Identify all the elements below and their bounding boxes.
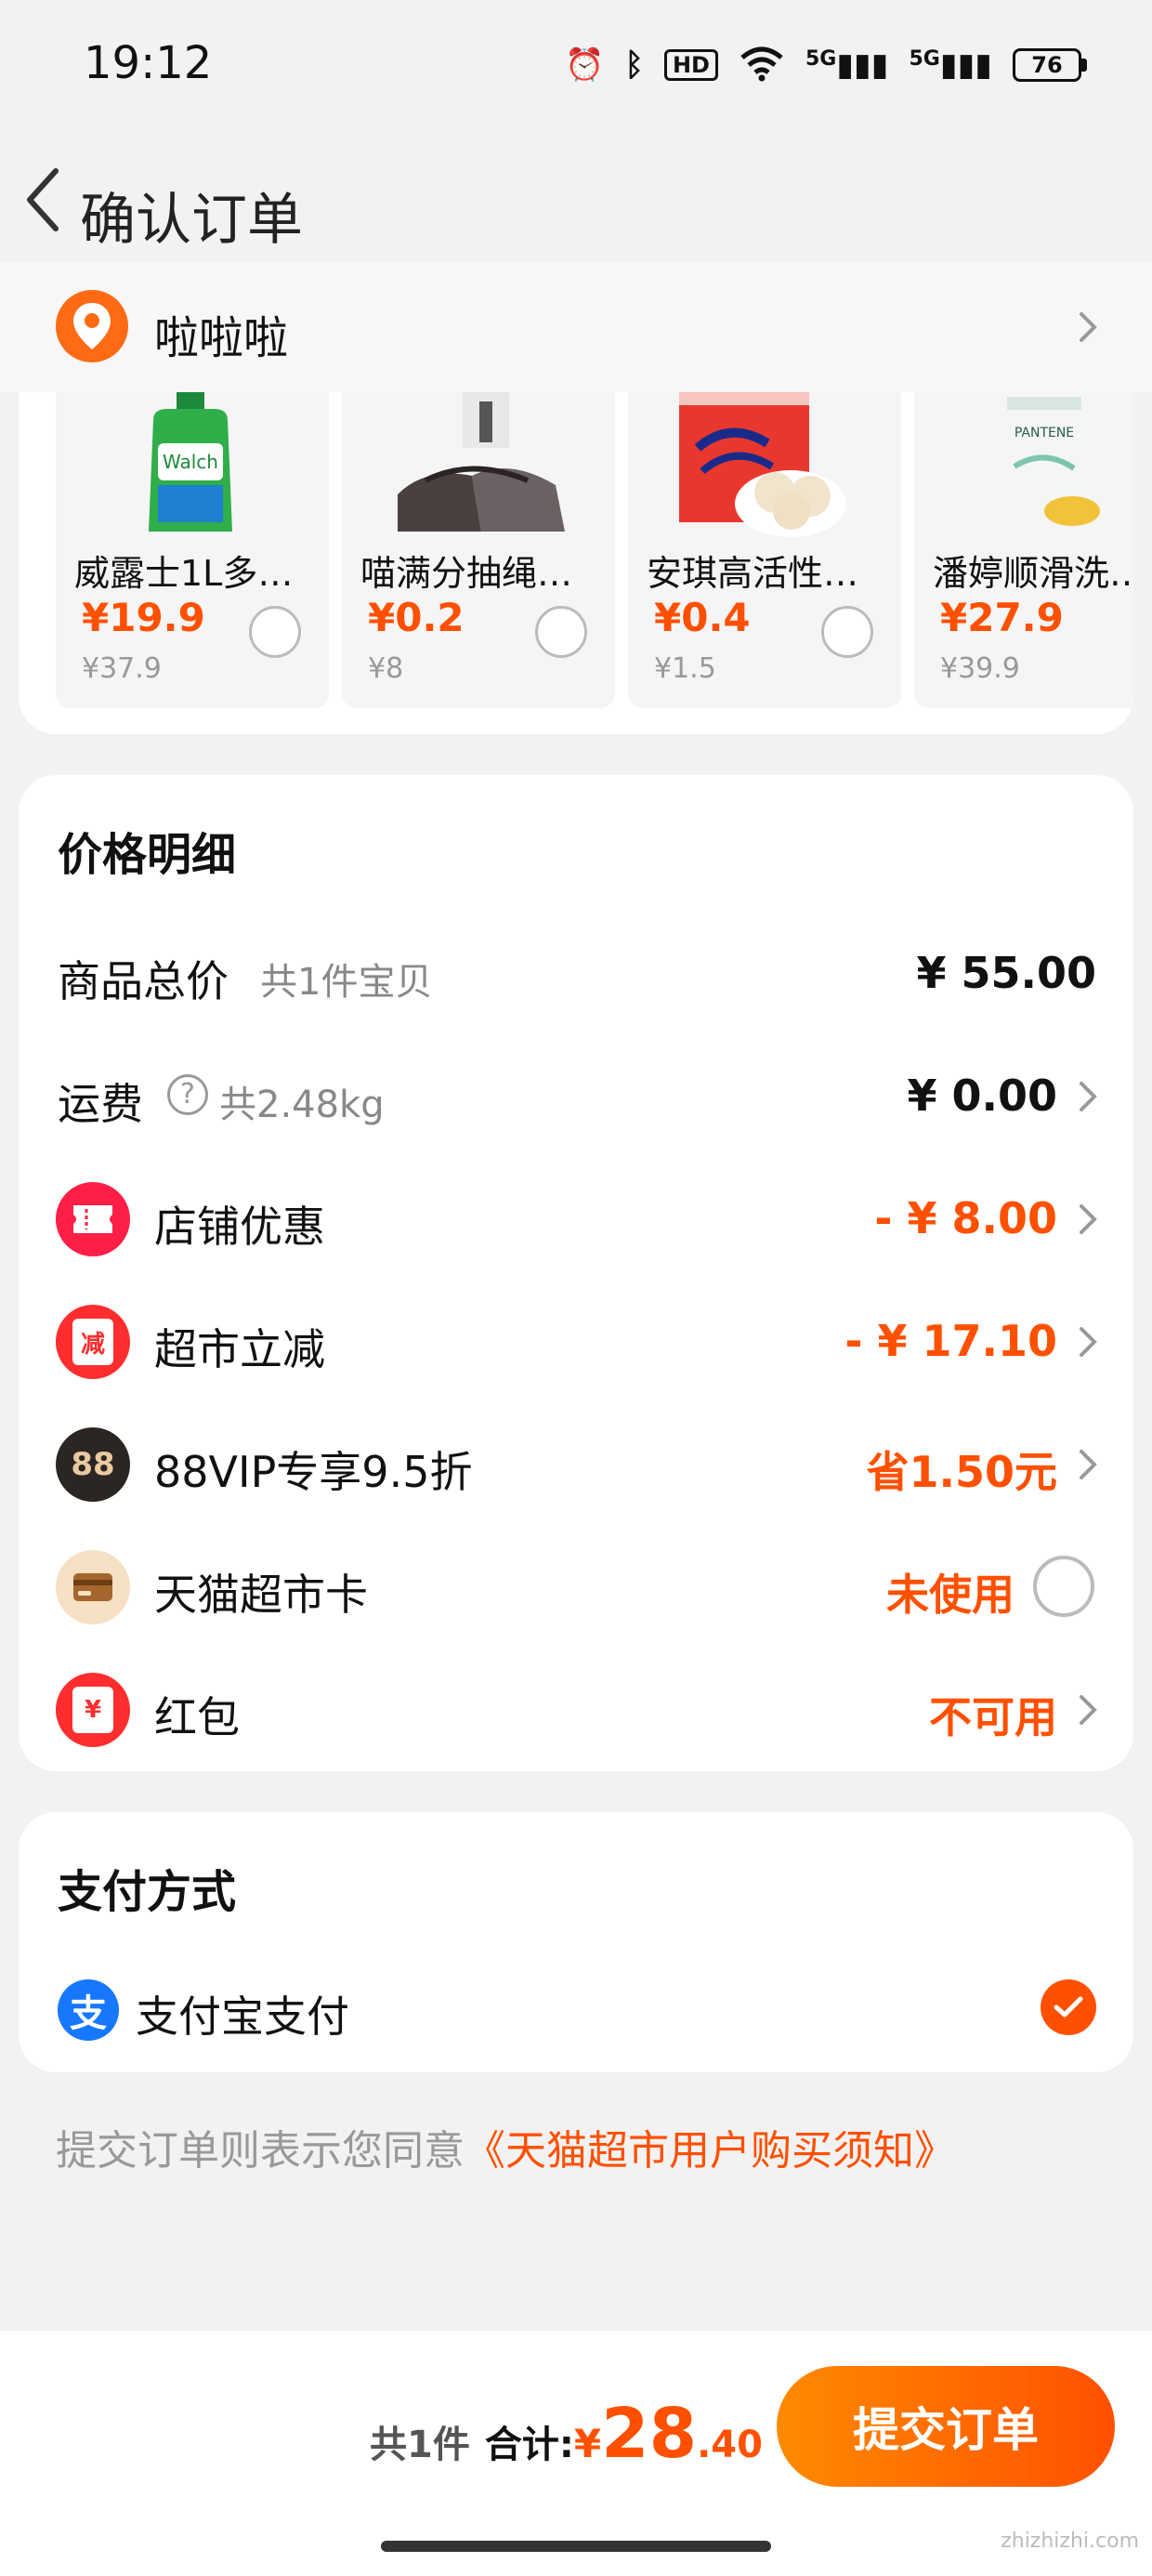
red-packet-label: 红包 <box>154 1692 240 1742</box>
product-card[interactable]: 安琪高活性干酵母 ¥0.4 ¥1.5 <box>628 392 901 708</box>
shop-discount-value: - ¥ 8.00 <box>874 1193 1057 1243</box>
chevron-right-icon[interactable] <box>1074 1446 1102 1483</box>
products-card: Walch 威露士1L多用途消毒液 ¥19.9 ¥37.9 喵满分抽绳垃圾袋 ¥… <box>19 392 1133 734</box>
vip-value: 省1.50元 <box>866 1447 1058 1497</box>
tmall-card-radio[interactable] <box>1033 1556 1094 1617</box>
location-pin-icon <box>56 290 128 362</box>
vip-label: 88VIP专享9.5折 <box>154 1447 473 1497</box>
product-price: ¥0.4 <box>654 595 751 640</box>
order-total: 共1件 合计: ¥ 28 .40 <box>370 2399 763 2468</box>
nav-bar: 确认订单 <box>0 139 1152 260</box>
product-name: 喵满分抽绳垃圾袋 <box>360 553 606 594</box>
product-price: ¥27.9 <box>940 595 1064 640</box>
product-name: 威露士1L多用途消毒液 <box>74 553 320 594</box>
home-indicator[interactable] <box>381 2541 771 2552</box>
product-card[interactable]: PANTENE 潘婷顺滑洗发水 ¥27.9 ¥39.9 <box>914 392 1133 708</box>
submit-order-button[interactable]: 提交订单 <box>777 2366 1115 2487</box>
total-label: 合计: <box>484 2424 574 2466</box>
shipping-label: 运费 <box>58 1079 143 1129</box>
vip-88-icon: 88 <box>56 1427 130 1502</box>
shipping-value: ¥ 0.00 <box>907 1071 1057 1121</box>
terms-link[interactable]: 《天猫超市用户购买须知》 <box>465 2127 955 2175</box>
address-row[interactable]: 啦啦啦 <box>0 262 1152 392</box>
total-amount-dec: .40 <box>697 2424 763 2466</box>
product-original-price: ¥37.9 <box>82 652 162 685</box>
address-text: 啦啦啦 <box>154 312 289 364</box>
disinfectant-bottle-image: Walch <box>56 392 329 539</box>
terms-prefix: 提交订单则表示您同意 <box>56 2127 465 2175</box>
payment-card: 支付方式 支 支付宝支付 <box>19 1812 1133 2072</box>
total-currency: ¥ <box>573 2421 602 2466</box>
payment-title: 支付方式 <box>58 1866 237 1918</box>
discount-icon: 减 <box>56 1305 130 1379</box>
status-icons: ⏰ ᛒ HD 5G▮▮▮ 5G▮▮▮ 76 <box>565 45 1087 85</box>
page-title: 确认订单 <box>80 188 303 253</box>
wifi-icon <box>739 45 785 85</box>
svg-text:PANTENE: PANTENE <box>1015 426 1074 440</box>
shipping-weight: 共2.48kg <box>219 1084 385 1126</box>
chevron-right-icon[interactable] <box>1074 1323 1102 1360</box>
red-packet-value: 不可用 <box>929 1692 1057 1742</box>
product-original-price: ¥1.5 <box>654 652 716 685</box>
goods-total-label: 商品总价 <box>58 956 229 1006</box>
back-button[interactable] <box>17 158 82 242</box>
product-price: ¥19.9 <box>82 595 205 640</box>
red-packet-icon: ¥ <box>56 1673 130 1747</box>
total-amount-int: 28 <box>601 2394 698 2474</box>
bluetooth-icon: ᛒ <box>624 46 644 84</box>
market-discount-value: - ¥ 17.10 <box>844 1316 1057 1366</box>
status-bar: 19:12 ⏰ ᛒ HD 5G▮▮▮ 5G▮▮▮ 76 <box>0 0 1152 139</box>
5g-signal-icon: 5G▮▮▮ <box>805 46 889 84</box>
hd-icon: HD <box>663 49 718 81</box>
payment-method-label[interactable]: 支付宝支付 <box>136 1983 349 2044</box>
yeast-packet-image <box>628 392 901 539</box>
item-count: 共1件 <box>370 2424 470 2466</box>
product-card[interactable]: 喵满分抽绳垃圾袋 ¥0.2 ¥8 <box>342 392 615 708</box>
shampoo-bottle-image: PANTENE <box>914 392 1133 539</box>
product-price: ¥0.2 <box>368 595 465 640</box>
product-select-radio[interactable] <box>249 606 301 658</box>
5g-signal-icon: 5G▮▮▮ <box>909 46 992 84</box>
product-card[interactable]: Walch 威露士1L多用途消毒液 ¥19.9 ¥37.9 <box>56 392 329 708</box>
help-icon[interactable]: ? <box>167 1074 208 1115</box>
svg-text:Walch: Walch <box>163 451 218 473</box>
chevron-right-icon[interactable] <box>1074 1201 1102 1238</box>
goods-count: 共1件宝贝 <box>260 961 433 1004</box>
trash-bags-image <box>342 392 615 539</box>
alarm-icon: ⏰ <box>565 46 605 84</box>
status-time: 19:12 <box>84 37 213 89</box>
tmall-card-label: 天猫超市卡 <box>154 1570 368 1620</box>
chevron-right-icon[interactable] <box>1074 1691 1102 1728</box>
price-detail-card: 价格明细 商品总价 共1件宝贝 ¥ 55.00 运费 ? 共2.48kg ¥ 0… <box>19 775 1133 1771</box>
terms-text: 提交订单则表示您同意《天猫超市用户购买须知》 <box>56 2117 955 2176</box>
product-original-price: ¥8 <box>368 652 404 685</box>
chevron-right-icon <box>1074 309 1102 346</box>
product-name: 安琪高活性干酵母 <box>647 553 892 594</box>
shop-discount-label: 店铺优惠 <box>154 1202 325 1252</box>
battery-icon: 76 <box>1013 48 1087 82</box>
tmall-card-value: 未使用 <box>886 1570 1015 1620</box>
alipay-icon: 支 <box>58 1979 119 2041</box>
product-select-radio[interactable] <box>821 606 873 658</box>
product-name: 潘婷顺滑洗发水 <box>933 553 1133 594</box>
chevron-right-icon[interactable] <box>1074 1078 1102 1115</box>
product-original-price: ¥39.9 <box>940 652 1020 685</box>
bottom-bar: 共1件 合计: ¥ 28 .40 提交订单 <box>0 2331 1152 2576</box>
market-discount-label: 超市立减 <box>154 1324 325 1374</box>
back-arrow-icon <box>27 168 59 231</box>
card-icon <box>56 1550 130 1624</box>
goods-total-value: ¥ 55.00 <box>916 948 1096 998</box>
product-select-radio[interactable] <box>535 606 587 658</box>
watermark: zhizhizhi.com <box>1001 2530 1139 2553</box>
price-detail-title: 价格明细 <box>58 829 237 881</box>
coupon-icon <box>56 1182 130 1256</box>
checked-icon[interactable] <box>1041 1979 1096 2035</box>
